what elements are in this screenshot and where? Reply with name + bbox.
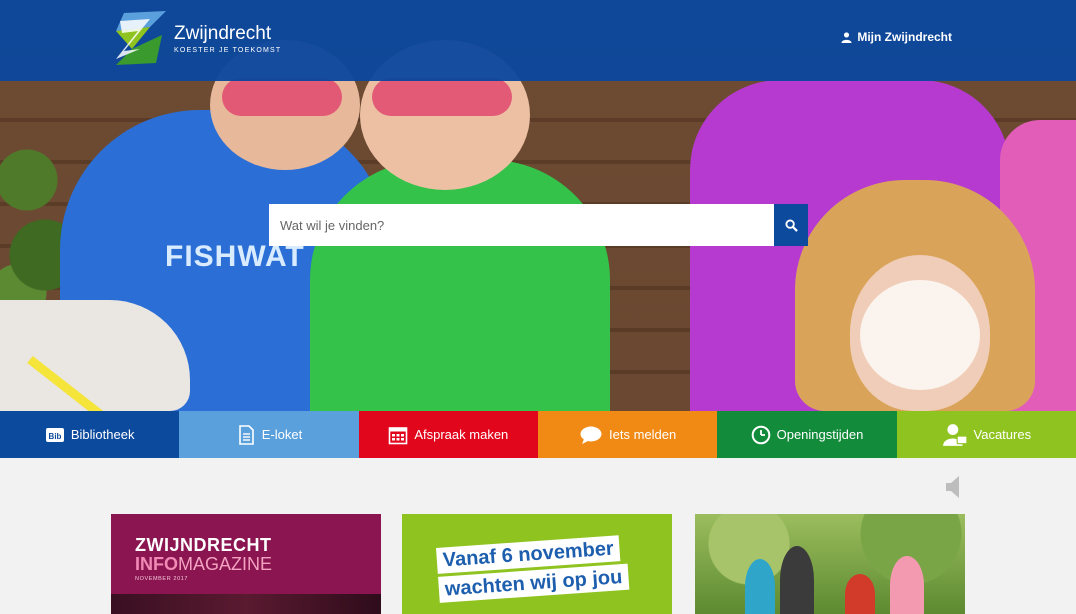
card-image-strip bbox=[111, 594, 381, 614]
svg-text:Bib: Bib bbox=[48, 432, 61, 441]
face-paint bbox=[372, 78, 512, 116]
tile-label: Vacatures bbox=[973, 427, 1032, 442]
search-icon bbox=[784, 218, 798, 232]
shirt-print-text: FISHWAT bbox=[165, 240, 305, 273]
card-infomagazine[interactable]: ZWIJNDRECHT INFOMAGAZINE NOVEMBER 2017 bbox=[111, 514, 381, 614]
site-logo[interactable]: Zwijndrecht KOESTER JE TOEKOMST bbox=[110, 9, 281, 67]
card-family-cycling[interactable] bbox=[695, 514, 965, 614]
tile-openingstijden[interactable]: Openingstijden bbox=[717, 411, 897, 458]
account-link[interactable]: Mijn Zwijndrecht bbox=[841, 30, 952, 44]
speaker-icon[interactable] bbox=[944, 475, 962, 499]
quick-links: Bib Bibliotheek E-loket Afspraak maken I… bbox=[0, 411, 1076, 458]
news-cards: ZWIJNDRECHT INFOMAGAZINE NOVEMBER 2017 V… bbox=[111, 514, 965, 614]
card-subtitle: INFOMAGAZINE bbox=[135, 554, 273, 574]
calendar-icon bbox=[389, 426, 408, 444]
search-bar bbox=[269, 204, 808, 246]
person bbox=[845, 574, 875, 614]
child-green-shirt bbox=[310, 160, 610, 411]
document-icon bbox=[238, 424, 254, 445]
tile-iets-melden[interactable]: Iets melden bbox=[537, 411, 718, 458]
tile-e-loket[interactable]: E-loket bbox=[179, 411, 359, 458]
tile-label: Afspraak maken bbox=[414, 427, 509, 442]
speech-bubble-icon bbox=[580, 426, 602, 444]
person bbox=[745, 559, 775, 614]
search-button[interactable] bbox=[774, 204, 808, 246]
logo-icon bbox=[116, 11, 166, 65]
account-label: Mijn Zwijndrecht bbox=[857, 30, 952, 44]
card-photo bbox=[695, 514, 965, 614]
face-paint bbox=[222, 78, 342, 116]
card-vanaf-6-november[interactable]: Vanaf 6 november wachten wij op jou bbox=[402, 514, 672, 614]
library-icon: Bib bbox=[45, 427, 64, 442]
tile-label: E-loket bbox=[261, 427, 303, 442]
face-paint bbox=[860, 280, 980, 390]
card-title: ZWIJNDRECHT bbox=[135, 535, 272, 555]
person-icon bbox=[942, 423, 967, 446]
tile-bibliotheek[interactable]: Bib Bibliotheek bbox=[0, 411, 180, 458]
tile-vacatures[interactable]: Vacatures bbox=[896, 411, 1076, 458]
tile-label: Iets melden bbox=[609, 427, 677, 442]
clock-icon bbox=[751, 425, 770, 444]
tile-label: Bibliotheek bbox=[70, 427, 135, 442]
search-input[interactable] bbox=[269, 204, 774, 246]
tile-afspraak-maken[interactable]: Afspraak maken bbox=[358, 411, 538, 458]
logo-tagline: KOESTER JE TOEKOMST bbox=[174, 46, 282, 54]
card-headline: Vanaf 6 november wachten wij op jou bbox=[436, 535, 630, 606]
user-icon bbox=[841, 31, 852, 43]
card-date: NOVEMBER 2017 bbox=[135, 576, 189, 582]
person bbox=[890, 556, 924, 614]
logo-name: Zwijndrecht bbox=[174, 22, 272, 44]
person bbox=[780, 546, 814, 614]
tile-label: Openingstijden bbox=[776, 427, 864, 442]
site-header: Zwijndrecht KOESTER JE TOEKOMST Mijn Zwi… bbox=[0, 0, 1076, 81]
